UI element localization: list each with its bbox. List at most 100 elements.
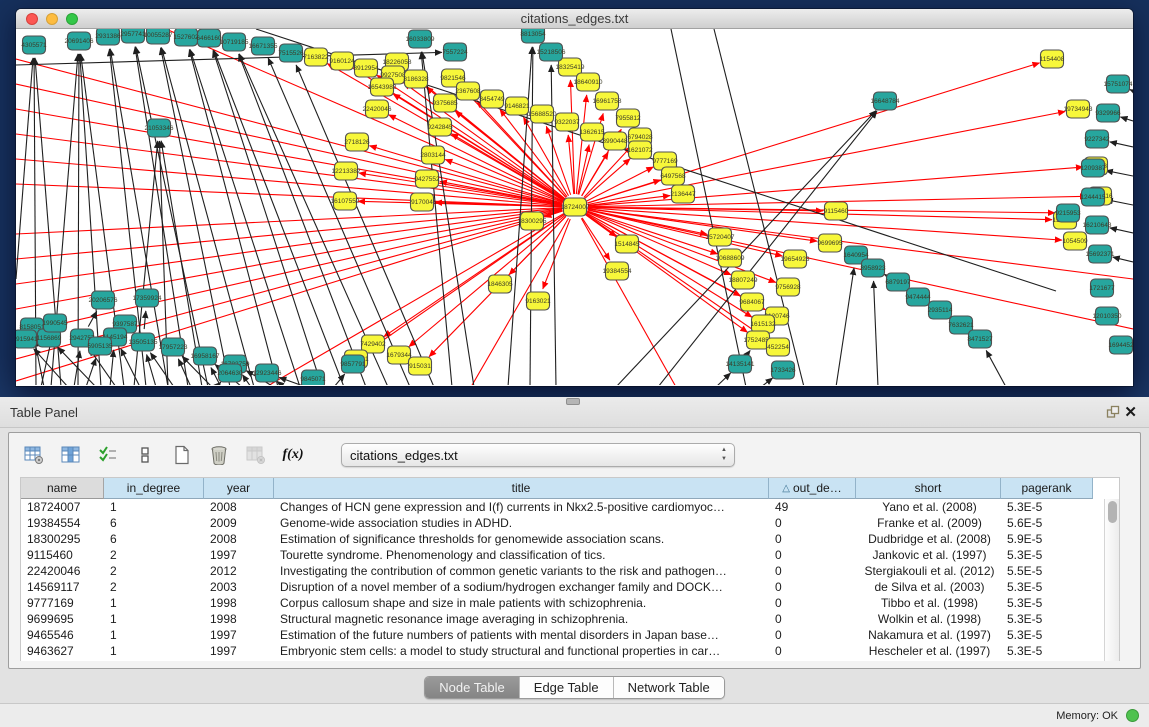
network-node[interactable]: 9857791 <box>340 355 366 373</box>
table-row[interactable]: 946554611997Estimation of the future num… <box>21 627 1104 643</box>
network-node[interactable]: 8454749 <box>479 90 505 108</box>
network-node[interactable]: 5905135 <box>87 337 113 355</box>
column-header-out_de[interactable]: △out_de… <box>769 478 856 499</box>
network-node[interactable]: 1694452 <box>1108 336 1133 354</box>
network-node[interactable]: 6497568 <box>660 167 686 185</box>
network-node[interactable]: 15692371 <box>1086 245 1115 263</box>
table-cell[interactable]: 9777169 <box>21 595 104 611</box>
table-cell[interactable]: 5.3E-5 <box>1001 579 1093 595</box>
panel-divider-handle[interactable] <box>566 398 580 405</box>
table-cell[interactable]: 1 <box>104 499 204 515</box>
network-node[interactable]: 2367608 <box>455 82 481 100</box>
table-cell[interactable]: Stergiakouli et al. (2012) <box>856 563 1001 579</box>
network-node[interactable]: 1244415 <box>1080 188 1106 206</box>
network-node[interactable]: 917004 <box>411 193 434 211</box>
new-table-button[interactable] <box>171 444 193 466</box>
network-node[interactable]: 15720407 <box>706 228 735 246</box>
table-cell[interactable]: Yano et al. (2008) <box>856 499 1001 515</box>
network-node[interactable]: 4305571 <box>21 36 47 54</box>
network-node[interactable]: 1621072 <box>627 141 653 159</box>
network-node[interactable]: 915031 <box>409 357 432 375</box>
table-cell[interactable]: Genome-wide association studies in ADHD. <box>274 515 769 531</box>
network-node[interactable]: 16958167 <box>191 347 220 365</box>
table-cell[interactable]: 0 <box>769 547 856 563</box>
table-cell[interactable]: 49 <box>769 499 856 515</box>
network-node[interactable]: 2718126 <box>344 133 370 151</box>
network-node[interactable]: 9427552 <box>414 170 440 188</box>
table-cell[interactable]: 5.3E-5 <box>1001 643 1093 659</box>
table-cell[interactable]: de Silva et al. (2003) <box>856 579 1001 595</box>
network-node[interactable]: 1615132 <box>750 315 776 333</box>
network-node[interactable]: 18640910 <box>574 73 603 91</box>
network-node[interactable]: 16961758 <box>593 92 622 110</box>
column-header-year[interactable]: year <box>204 478 274 499</box>
column-header-in_degree[interactable]: in_degree <box>104 478 204 499</box>
table-row[interactable]: 1456911722003Disruption of a novel membe… <box>21 579 1104 595</box>
table-cell[interactable]: 2008 <box>204 531 274 547</box>
network-node[interactable]: 8186328 <box>403 70 429 88</box>
network-node[interactable]: 7557224 <box>442 43 468 61</box>
table-cell[interactable]: 14569117 <box>21 579 104 595</box>
table-vertical-scrollbar[interactable] <box>1104 499 1119 661</box>
column-header-title[interactable]: title <box>274 478 769 499</box>
table-selector-dropdown[interactable]: citations_edges.txt ▲▼ <box>341 443 735 467</box>
network-node[interactable]: 9375685 <box>432 94 458 112</box>
table-cell[interactable]: 9699695 <box>21 611 104 627</box>
table-cell[interactable]: 9463627 <box>21 643 104 659</box>
network-node[interactable]: 12923446 <box>253 364 282 382</box>
network-node[interactable]: 19654923 <box>781 250 810 268</box>
table-cell[interactable]: 1998 <box>204 595 274 611</box>
show-columns-button[interactable] <box>60 444 82 466</box>
table-cell[interactable]: 1 <box>104 595 204 611</box>
network-node[interactable]: 21053346 <box>145 119 174 137</box>
network-node[interactable]: 10055287 <box>144 29 173 44</box>
tab-node-table[interactable]: Node Table <box>425 677 520 698</box>
table-cell[interactable]: 5.9E-5 <box>1001 531 1093 547</box>
network-node[interactable]: 13505135 <box>129 333 158 351</box>
network-node[interactable]: 1733426 <box>770 361 796 379</box>
table-cell[interactable]: 1997 <box>204 627 274 643</box>
column-header-short[interactable]: short <box>856 478 1001 499</box>
table-cell[interactable]: 0 <box>769 579 856 595</box>
table-cell[interactable]: 6 <box>104 531 204 547</box>
network-node[interactable]: 16210643 <box>1083 216 1112 234</box>
table-cell[interactable]: 0 <box>769 595 856 611</box>
table-cell[interactable]: 5.6E-5 <box>1001 515 1093 531</box>
network-node[interactable]: 7515526 <box>278 44 304 62</box>
network-node[interactable]: 12213382 <box>332 162 361 180</box>
network-node[interactable]: 9322037 <box>554 113 580 131</box>
table-cell[interactable]: Estimation of significance thresholds fo… <box>274 531 769 547</box>
network-node[interactable]: 9160124 <box>329 52 355 70</box>
network-node[interactable]: 8471527 <box>967 330 993 348</box>
network-canvas[interactable]: 9160124891295418226058992750816543982818… <box>16 29 1133 385</box>
network-node[interactable]: 7163822 <box>303 48 329 66</box>
network-node[interactable]: 14135141 <box>726 355 755 373</box>
column-header-pagerank[interactable]: pagerank <box>1001 478 1093 499</box>
table-cell[interactable]: 1997 <box>204 547 274 563</box>
network-node[interactable]: 8990448 <box>602 132 628 150</box>
network-node[interactable]: 6466160 <box>196 29 222 47</box>
network-node[interactable]: 9329966 <box>1095 104 1121 122</box>
network-node[interactable]: 9242845 <box>427 118 453 136</box>
table-cell[interactable]: 0 <box>769 627 856 643</box>
table-cell[interactable]: 18724007 <box>21 499 104 515</box>
network-node[interactable]: 10719185 <box>220 33 249 51</box>
table-cell[interactable]: 5.3E-5 <box>1001 595 1093 611</box>
network-node[interactable]: 452254 <box>767 338 790 356</box>
table-cell[interactable]: Tourette syndrome. Phenomenology and cla… <box>274 547 769 563</box>
tab-edge-table[interactable]: Edge Table <box>520 677 614 698</box>
table-cell[interactable]: Structural magnetic resonance image aver… <box>274 611 769 627</box>
table-cell[interactable]: 5.3E-5 <box>1001 499 1093 515</box>
network-node[interactable]: 8912954 <box>353 59 379 77</box>
network-node[interactable]: 9684067 <box>739 293 765 311</box>
network-node[interactable]: 1846305 <box>487 275 513 293</box>
table-row[interactable]: 969969511998Structural magnetic resonanc… <box>21 611 1104 627</box>
network-node[interactable]: 2803144 <box>420 146 446 164</box>
table-cell[interactable]: Estimation of the future numbers of pati… <box>274 627 769 643</box>
network-node[interactable]: 15218506 <box>537 43 566 61</box>
network-node[interactable]: 10688609 <box>716 249 745 267</box>
table-cell[interactable]: 2003 <box>204 579 274 595</box>
table-row[interactable]: 911546021997Tourette syndrome. Phenomeno… <box>21 547 1104 563</box>
table-cell[interactable]: 1 <box>104 627 204 643</box>
network-node[interactable]: 15751074 <box>1104 75 1133 93</box>
